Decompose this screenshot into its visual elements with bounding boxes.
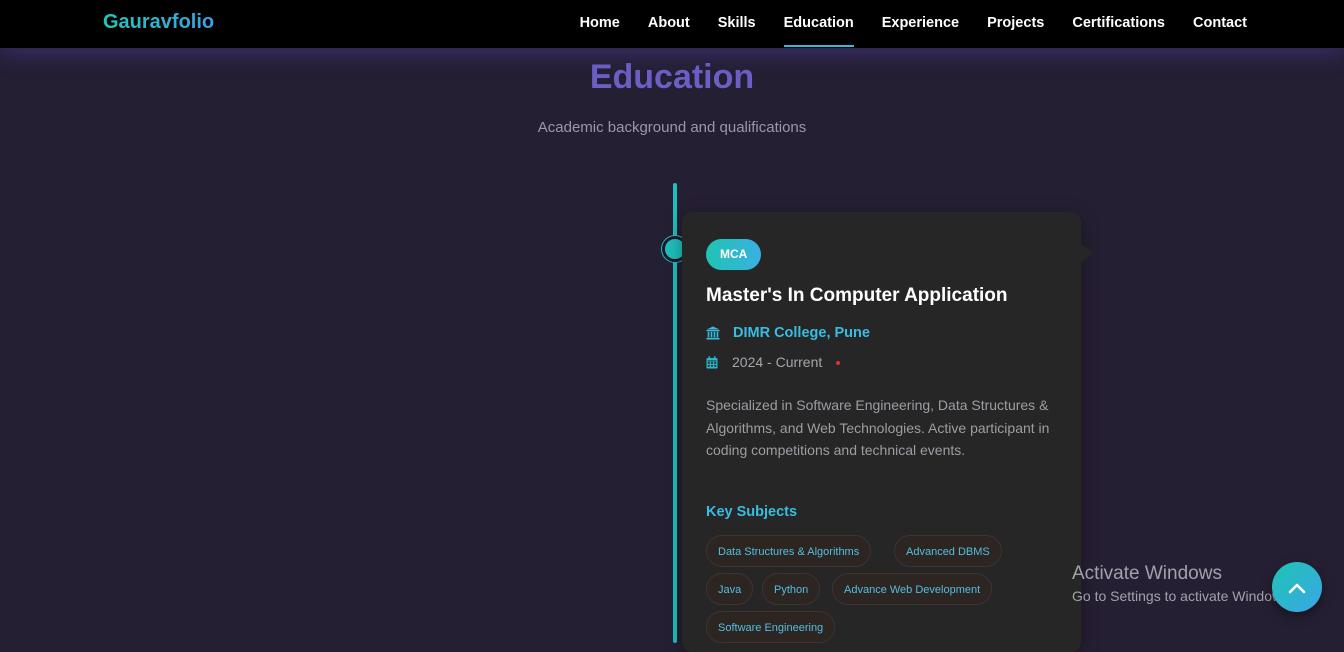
subject-tag: Java (706, 573, 754, 605)
nav-link-skills[interactable]: Skills (718, 0, 756, 48)
institution-name: DIMR College, Pune (733, 325, 870, 341)
current-indicator (836, 360, 841, 365)
section-subtitle: Academic background and qualifications (537, 119, 807, 136)
card-pointer (1081, 243, 1092, 263)
date-row: 2024 - Current (706, 354, 841, 370)
nav-links: Home About Skills Education Experience P… (552, 0, 1247, 48)
institution-row: DIMR College, Pune (706, 325, 870, 341)
section-title: Education (589, 58, 755, 96)
scroll-to-top-button[interactable] (1272, 562, 1322, 612)
nav-link-home[interactable]: Home (580, 0, 620, 48)
institution-icon (706, 326, 720, 340)
brand-logo[interactable]: Gauravfolio (103, 11, 214, 34)
navbar: Gauravfolio Home About Skills Education … (0, 0, 1344, 49)
degree-description: Specialized in Software Engineering, Dat… (706, 397, 1050, 458)
nav-link-about[interactable]: About (648, 0, 690, 48)
subject-tag: Data Structures & Algorithms (706, 535, 872, 567)
nav-link-contact[interactable]: Contact (1193, 0, 1247, 48)
subject-tag: Advanced DBMS (894, 535, 1002, 567)
activate-windows-title: Activate Windows (1072, 563, 1222, 584)
education-card: MCA Master's In Computer Application DIM… (682, 212, 1081, 652)
activate-windows-subtitle: Go to Settings to activate Windows. (1072, 588, 1293, 604)
degree-badge: MCA (706, 239, 762, 270)
calendar-icon (706, 355, 718, 369)
subject-tag: Software Engineering (706, 611, 836, 643)
degree-title: Master's In Computer Application (706, 285, 1008, 306)
subject-tag: Advance Web Development (832, 573, 993, 605)
nav-link-projects[interactable]: Projects (987, 0, 1044, 48)
key-subjects-heading: Key Subjects (706, 504, 798, 520)
subject-tag: Python (762, 573, 821, 605)
nav-link-experience[interactable]: Experience (882, 0, 959, 48)
date-range: 2024 - Current (732, 354, 823, 370)
nav-link-education[interactable]: Education (783, 0, 854, 48)
nav-link-certifications[interactable]: Certifications (1072, 0, 1165, 48)
chevron-up-icon (1288, 581, 1306, 594)
